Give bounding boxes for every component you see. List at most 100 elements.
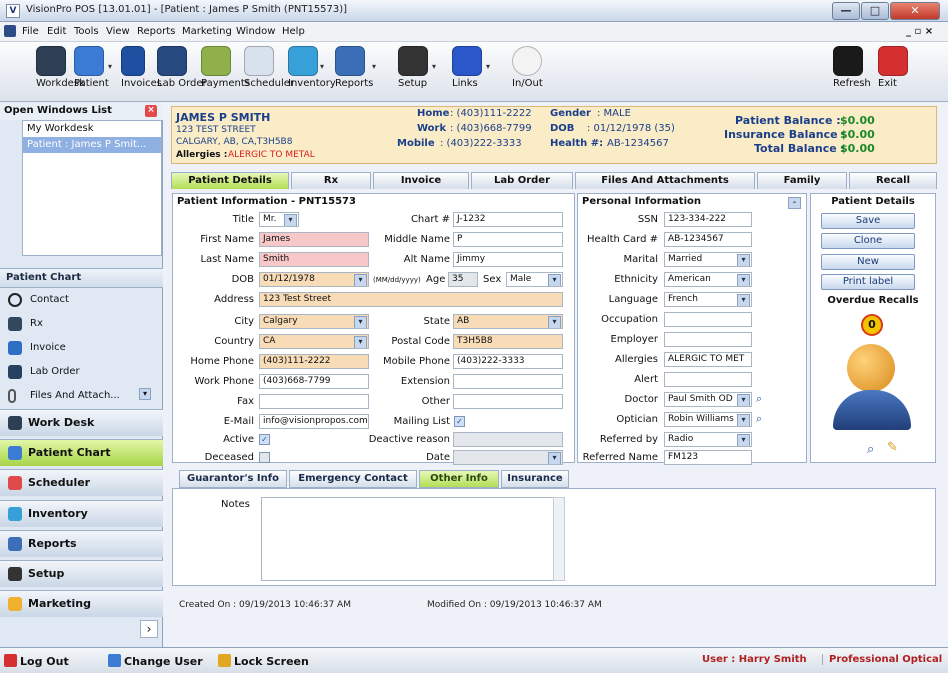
logout-button[interactable]: Log Out — [4, 654, 69, 668]
toolbar-in-out[interactable]: In/Out — [512, 46, 543, 89]
menu-view[interactable]: View — [106, 26, 130, 37]
mailing-list-checkbox[interactable]: ✓ — [454, 416, 465, 427]
nav-work-desk[interactable]: Work Desk — [0, 409, 163, 436]
ethnicity-select[interactable]: American — [664, 272, 752, 287]
print-label-button[interactable]: Print label — [821, 274, 915, 290]
mdi-controls[interactable]: _ ▫ × — [906, 26, 933, 37]
mobile-phone-field[interactable]: (403)222-3333 — [453, 354, 563, 369]
chart-item-rx[interactable]: Rx — [0, 313, 163, 337]
extension-field[interactable] — [453, 374, 563, 389]
active-checkbox[interactable]: ✓ — [259, 434, 270, 445]
middle-name-field[interactable]: P — [453, 232, 563, 247]
referred-name-field[interactable]: FM123 — [664, 450, 752, 465]
app-menu-icon[interactable] — [4, 25, 16, 37]
nav-setup[interactable]: Setup — [0, 560, 163, 587]
open-window-item[interactable]: My Workdesk — [23, 121, 161, 137]
notes-scrollbar[interactable] — [553, 497, 565, 581]
nav-inventory[interactable]: Inventory — [0, 500, 163, 527]
allergies-field[interactable]: ALERGIC TO MET — [664, 352, 752, 367]
language-select[interactable]: French — [664, 292, 752, 307]
chart-item-invoice[interactable]: Invoice — [0, 337, 163, 361]
toolbar-payments[interactable]: Payments — [201, 46, 250, 89]
employer-field[interactable] — [664, 332, 752, 347]
doctor-select[interactable]: Paul Smith OD — [664, 392, 752, 407]
close-list-icon[interactable]: × — [145, 105, 157, 117]
tab-files-attachments[interactable]: Files And Attachments — [575, 172, 755, 189]
email-field[interactable]: info@visionpropos.com — [259, 414, 369, 429]
address-field[interactable]: 123 Test Street — [259, 292, 563, 307]
save-button[interactable]: Save — [821, 213, 915, 229]
toolbar-workdesk[interactable]: Workdesk — [36, 46, 85, 89]
state-select[interactable]: AB — [453, 314, 563, 329]
lock-screen-button[interactable]: Lock Screen — [218, 654, 309, 668]
toolbar-patient[interactable]: Patient — [74, 46, 109, 89]
ssn-field[interactable]: 123-334-222 — [664, 212, 752, 227]
marital-select[interactable]: Married — [664, 252, 752, 267]
toolbar-refresh[interactable]: Refresh — [833, 46, 871, 89]
open-window-item-active[interactable]: Patient : James P Smit... — [23, 137, 161, 153]
tab-insurance[interactable]: Insurance — [501, 470, 569, 488]
expand-nav-button[interactable]: › — [140, 620, 158, 638]
postal-code-field[interactable]: T3H5B8 — [453, 334, 563, 349]
menu-tools[interactable]: Tools — [74, 26, 99, 37]
change-user-button[interactable]: Change User — [108, 654, 203, 668]
optician-search-icon[interactable]: ⌕ — [756, 412, 762, 426]
tab-invoice[interactable]: Invoice — [373, 172, 469, 189]
dob-field[interactable]: 01/12/1978 — [259, 272, 369, 287]
other-field[interactable] — [453, 394, 563, 409]
country-select[interactable]: CA — [259, 334, 369, 349]
alt-name-field[interactable]: Jimmy — [453, 252, 563, 267]
chart-item-contact[interactable]: Contact — [0, 289, 163, 313]
first-name-field[interactable]: James — [259, 232, 369, 247]
tab-guarantors-info[interactable]: Guarantor's Info — [179, 470, 287, 488]
occupation-field[interactable] — [664, 312, 752, 327]
notes-textarea[interactable] — [261, 497, 557, 581]
alert-field[interactable] — [664, 372, 752, 387]
city-select[interactable]: Calgary — [259, 314, 369, 329]
clone-button[interactable]: Clone — [821, 233, 915, 249]
collapse-button[interactable]: - — [788, 197, 801, 209]
chart-field[interactable]: J-1232 — [453, 212, 563, 227]
tab-other-info[interactable]: Other Info — [419, 470, 499, 488]
inventory-dropdown-icon[interactable]: ▾ — [320, 62, 324, 71]
menu-file[interactable]: File — [22, 26, 39, 37]
tab-patient-details[interactable]: Patient Details — [171, 172, 289, 189]
tab-family[interactable]: Family — [757, 172, 847, 189]
maximize-button[interactable]: □ — [861, 2, 889, 20]
tab-lab-order[interactable]: Lab Order — [471, 172, 573, 189]
chart-item-lab-order[interactable]: Lab Order — [0, 361, 163, 385]
tab-rx[interactable]: Rx — [291, 172, 371, 189]
tab-emergency-contact[interactable]: Emergency Contact — [289, 470, 417, 488]
sex-select[interactable]: Male — [506, 272, 563, 287]
menu-window[interactable]: Window — [236, 26, 275, 37]
toolbar-links[interactable]: Links — [452, 46, 482, 89]
toolbar-lab-order[interactable]: Lab Order — [157, 46, 207, 89]
setup-dropdown-icon[interactable]: ▾ — [432, 62, 436, 71]
menu-help[interactable]: Help — [282, 26, 305, 37]
menu-edit[interactable]: Edit — [47, 26, 66, 37]
overdue-recalls-badge[interactable]: 0 — [861, 314, 883, 336]
reports-dropdown-icon[interactable]: ▾ — [372, 62, 376, 71]
toolbar-setup[interactable]: Setup — [398, 46, 428, 89]
toolbar-reports[interactable]: Reports — [335, 46, 373, 89]
referred-by-select[interactable]: Radio — [664, 432, 752, 447]
menu-marketing[interactable]: Marketing — [182, 26, 232, 37]
home-phone-field[interactable]: (403)111-2222 — [259, 354, 369, 369]
scroll-chart-icon[interactable]: ▾ — [139, 388, 151, 400]
links-dropdown-icon[interactable]: ▾ — [486, 62, 490, 71]
work-phone-field[interactable]: (403)668-7799 — [259, 374, 369, 389]
optician-select[interactable]: Robin Williams — [664, 412, 752, 427]
close-button[interactable]: ✕ — [890, 2, 940, 20]
last-name-field[interactable]: Smith — [259, 252, 369, 267]
menu-reports[interactable]: Reports — [137, 26, 175, 37]
fax-field[interactable] — [259, 394, 369, 409]
toolbar-invoices[interactable]: Invoices — [121, 46, 162, 89]
tab-recall[interactable]: Recall — [849, 172, 937, 189]
patient-dropdown-icon[interactable]: ▾ — [108, 62, 112, 71]
toolbar-exit[interactable]: Exit — [878, 46, 908, 89]
zoom-photo-icon[interactable]: ⌕ — [867, 442, 874, 457]
nav-reports[interactable]: Reports — [0, 530, 163, 557]
toolbar-scheduler[interactable]: Scheduler — [244, 46, 294, 89]
doctor-search-icon[interactable]: ⌕ — [756, 392, 762, 406]
clear-photo-icon[interactable]: ✎ — [887, 440, 898, 455]
